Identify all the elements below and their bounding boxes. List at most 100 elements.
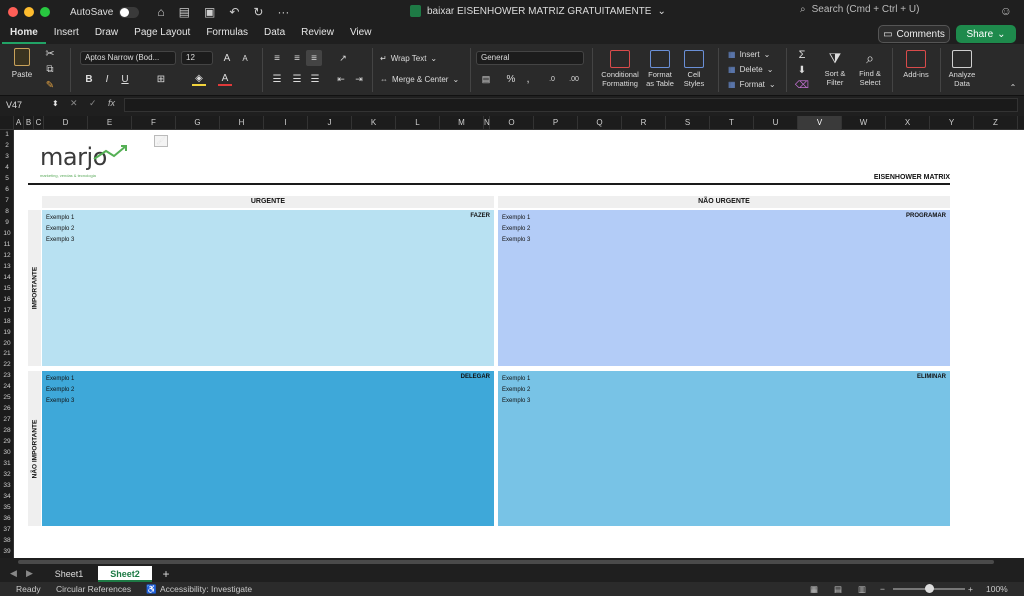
home-icon[interactable]: ⌂ (157, 5, 164, 19)
row-header-38[interactable]: 38 (0, 536, 14, 547)
row-header-8[interactable]: 8 (0, 207, 14, 218)
copy-icon[interactable]: ⧉ (44, 63, 56, 75)
align-right-icon[interactable]: ☰ (308, 73, 322, 85)
row-header-6[interactable]: 6 (0, 185, 14, 196)
minimize-window-button[interactable] (24, 7, 34, 17)
tab-page-layout[interactable]: Page Layout (126, 24, 198, 44)
row-header-36[interactable]: 36 (0, 514, 14, 525)
tab-insert[interactable]: Insert (46, 24, 87, 44)
row-header-14[interactable]: 14 (0, 273, 14, 284)
quadrant-item[interactable]: Exemplo 2 (502, 224, 530, 235)
quadrant-item[interactable]: Exemplo 1 (502, 374, 530, 385)
row-header-13[interactable]: 13 (0, 262, 14, 273)
tab-review[interactable]: Review (293, 24, 342, 44)
quadrant-item[interactable]: Exemplo 1 (502, 213, 530, 224)
row-header-11[interactable]: 11 (0, 240, 14, 251)
next-sheet-icon[interactable]: ▶ (26, 568, 33, 579)
align-top-icon[interactable]: ≡ (270, 52, 284, 64)
row-header-32[interactable]: 32 (0, 470, 14, 481)
addins-button[interactable]: Add-ins (898, 50, 934, 79)
column-header-q[interactable]: Q (578, 116, 622, 130)
quadrant-item[interactable]: Exemplo 3 (502, 235, 530, 246)
fill-icon[interactable]: ⬇ (794, 64, 810, 76)
decrease-font-icon[interactable]: A (238, 51, 252, 65)
column-header-e[interactable]: E (88, 116, 132, 130)
wrap-text-button[interactable]: ↵ Wrap Text ⌄ (380, 52, 437, 64)
prev-sheet-icon[interactable]: ◀ (10, 568, 17, 579)
save-icon[interactable]: ▤ (179, 5, 190, 19)
column-header-v[interactable]: V (798, 116, 842, 130)
increase-indent-icon[interactable]: ⇥ (352, 73, 366, 85)
column-header-z[interactable]: Z (974, 116, 1018, 130)
close-window-button[interactable] (8, 7, 18, 17)
zoom-level[interactable]: 100% (986, 584, 1008, 594)
row-header-23[interactable]: 23 (0, 371, 14, 382)
quadrant-item[interactable]: Exemplo 2 (46, 224, 74, 235)
row-header-27[interactable]: 27 (0, 415, 14, 426)
row-header-25[interactable]: 25 (0, 393, 14, 404)
delete-cells-button[interactable]: ▦ Delete ⌄ (728, 64, 773, 75)
accounting-format-icon[interactable]: ▤ (478, 73, 494, 85)
row-header-26[interactable]: 26 (0, 404, 14, 415)
worksheet[interactable]: marjo marketing, vendas & tecnologia 🖌 E… (14, 130, 1024, 558)
redo-icon[interactable]: ↻ (253, 5, 263, 19)
column-header-l[interactable]: L (396, 116, 440, 130)
percent-style-icon[interactable]: % (504, 73, 518, 85)
sheet-tab-sheet2[interactable]: Sheet2 (98, 566, 152, 582)
number-format-select[interactable]: General (476, 51, 584, 65)
row-header-29[interactable]: 29 (0, 437, 14, 448)
normal-view-icon[interactable]: ▦ (810, 584, 818, 595)
zoom-window-button[interactable] (40, 7, 50, 17)
column-header-w[interactable]: W (842, 116, 886, 130)
row-header-12[interactable]: 12 (0, 251, 14, 262)
add-sheet-button[interactable]: + (156, 566, 176, 582)
row-header-4[interactable]: 4 (0, 163, 14, 174)
borders-icon[interactable]: ⊞ (154, 72, 168, 86)
autosum-icon[interactable]: Σ (794, 49, 810, 61)
column-header-u[interactable]: U (754, 116, 798, 130)
font-name-select[interactable]: Aptos Narrow (Bod... (80, 51, 176, 65)
horizontal-scrollbar[interactable] (14, 558, 1024, 566)
row-header-20[interactable]: 20 (0, 339, 14, 350)
zoom-out-icon[interactable]: − (880, 584, 885, 594)
row-header-15[interactable]: 15 (0, 284, 14, 295)
tab-draw[interactable]: Draw (87, 24, 126, 44)
sort-filter-button[interactable]: ⧩ Sort & Filter (818, 50, 852, 87)
column-header-m[interactable]: M (440, 116, 484, 130)
collapse-ribbon-icon[interactable]: ⌃ (1008, 82, 1018, 92)
column-header-k[interactable]: K (352, 116, 396, 130)
cell-styles-button[interactable]: Cell Styles (680, 50, 708, 88)
column-header-b[interactable]: B (24, 116, 34, 130)
insert-cells-button[interactable]: ▦ Insert ⌄ (728, 49, 770, 60)
quadrant-item[interactable]: Exemplo 1 (46, 213, 74, 224)
row-header-30[interactable]: 30 (0, 448, 14, 459)
status-accessibility[interactable]: Accessibility: Investigate (160, 584, 252, 594)
quadrant-item[interactable]: Exemplo 1 (46, 374, 74, 385)
account-icon[interactable]: ☺ (1000, 4, 1012, 18)
tab-home[interactable]: Home (2, 24, 46, 44)
row-header-19[interactable]: 19 (0, 328, 14, 339)
row-header-18[interactable]: 18 (0, 317, 14, 328)
increase-font-icon[interactable]: A (220, 51, 234, 65)
increase-decimal-icon[interactable]: .0 (544, 73, 560, 85)
fx-icon[interactable]: fx (108, 98, 115, 108)
align-left-icon[interactable]: ☰ (270, 73, 284, 85)
fill-color-icon[interactable]: ◈ (192, 72, 206, 86)
row-header-16[interactable]: 16 (0, 295, 14, 306)
sheet-tab-sheet1[interactable]: Sheet1 (44, 566, 94, 582)
column-header-r[interactable]: R (622, 116, 666, 130)
column-header-t[interactable]: T (710, 116, 754, 130)
merge-center-button[interactable]: ⇔ Merge & Center ⌄ (380, 73, 459, 85)
quadrant-item[interactable]: Exemplo 3 (46, 235, 74, 246)
find-select-button[interactable]: ⌕ Find & Select (854, 50, 886, 87)
row-header-3[interactable]: 3 (0, 152, 14, 163)
decrease-indent-icon[interactable]: ⇤ (334, 73, 348, 85)
column-header-x[interactable]: X (886, 116, 930, 130)
more-icon[interactable]: ··· (277, 5, 289, 19)
tab-formulas[interactable]: Formulas (198, 24, 256, 44)
column-header-c[interactable]: C (34, 116, 44, 130)
row-header-5[interactable]: 5 (0, 174, 14, 185)
column-header-d[interactable]: D (44, 116, 88, 130)
save-as-icon[interactable]: ▣ (204, 5, 215, 19)
paste-options-icon[interactable]: 🖌 (154, 135, 168, 147)
